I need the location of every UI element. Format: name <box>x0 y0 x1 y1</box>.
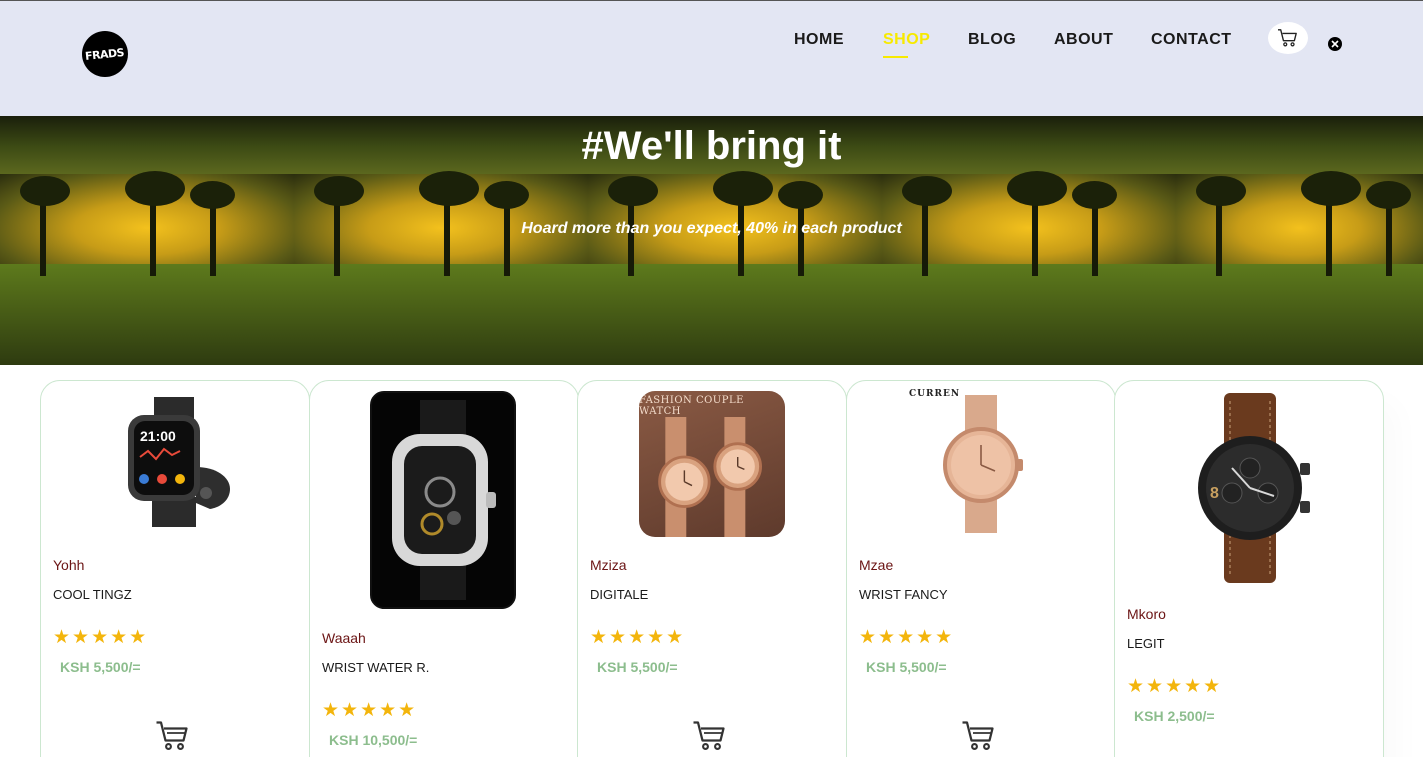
product-name: DIGITALE <box>590 587 649 602</box>
product-card[interactable]: FASHION COUPLE WATCH Mziza DIGITALE ★★★★… <box>577 380 847 757</box>
product-card[interactable]: CURREN Mzae WRIST FANCY ★★★★★ KSH 5,500/… <box>846 380 1116 757</box>
star-rating: ★★★★★ <box>1127 676 1223 697</box>
shopping-cart-icon <box>693 721 725 750</box>
smartwatch-image: 21:00 <box>107 395 241 529</box>
add-to-cart-button[interactable] <box>692 719 728 757</box>
chronograph-watch-image: 8 <box>1171 393 1329 583</box>
star-rating: ★★★★★ <box>53 627 149 648</box>
product-brand: Mziza <box>590 557 627 573</box>
product-price: KSH 5,500/= <box>597 659 678 675</box>
couple-watch-image: FASHION COUPLE WATCH <box>639 391 785 537</box>
nav-about[interactable]: ABOUT <box>1054 31 1113 49</box>
shopping-cart-icon <box>1278 29 1297 47</box>
product-name: COOL TINGZ <box>53 587 132 602</box>
site-header: FRADS HOME SHOP BLOG ABOUT CONTACT <box>0 0 1423 116</box>
logo[interactable]: FRADS <box>82 31 128 77</box>
add-to-cart-button[interactable] <box>961 719 997 757</box>
product-name: WRIST FANCY <box>859 587 948 602</box>
nav-shop[interactable]: SHOP <box>883 31 930 49</box>
close-icon[interactable] <box>1328 37 1342 51</box>
nav-blog[interactable]: BLOG <box>968 31 1016 49</box>
hero-subtitle: Hoard more than you expect, 40% in each … <box>521 220 902 237</box>
image-caption: FASHION COUPLE WATCH <box>639 395 744 417</box>
star-rating: ★★★★★ <box>859 627 955 648</box>
product-price: KSH 2,500/= <box>1134 708 1215 724</box>
rose-gold-watch-image: CURREN <box>903 389 1059 539</box>
product-brand: Mzae <box>859 557 894 573</box>
shopping-cart-icon <box>156 721 188 750</box>
add-to-cart-button[interactable] <box>155 719 191 757</box>
nav-active-underline <box>883 56 908 58</box>
svg-text:21:00: 21:00 <box>140 428 176 444</box>
skeleton-watch-image <box>370 391 516 609</box>
star-rating: ★★★★★ <box>590 627 686 648</box>
product-price: KSH 5,500/= <box>60 659 141 675</box>
product-price: KSH 5,500/= <box>866 659 947 675</box>
shopping-cart-icon <box>962 721 994 750</box>
product-brand: Mkoro <box>1127 606 1166 622</box>
product-card[interactable]: 21:00 Yohh COOL TINGZ ★★★★★ KSH 5,500/= <box>40 380 310 757</box>
logo-text: FRADS <box>84 45 126 63</box>
product-brand: Waaah <box>322 630 366 646</box>
hero-banner: #We'll bring it Hoard more than you expe… <box>0 116 1423 365</box>
nav-home[interactable]: HOME <box>794 31 844 49</box>
product-brand: Yohh <box>53 557 85 573</box>
product-card[interactable]: 8 Mkoro LEGIT ★★★★★ KSH 2,500/= <box>1114 380 1384 757</box>
product-card[interactable]: Waaah WRIST WATER R. ★★★★★ KSH 10,500/= <box>309 380 579 757</box>
product-name: WRIST WATER R. <box>322 660 430 675</box>
svg-text:8: 8 <box>1210 485 1219 502</box>
header-cart-button[interactable] <box>1268 22 1308 54</box>
product-name: LEGIT <box>1127 636 1165 651</box>
product-price: KSH 10,500/= <box>329 732 418 748</box>
star-rating: ★★★★★ <box>322 700 418 721</box>
nav-contact[interactable]: CONTACT <box>1151 31 1232 49</box>
hero-title: #We'll bring it <box>581 124 842 168</box>
